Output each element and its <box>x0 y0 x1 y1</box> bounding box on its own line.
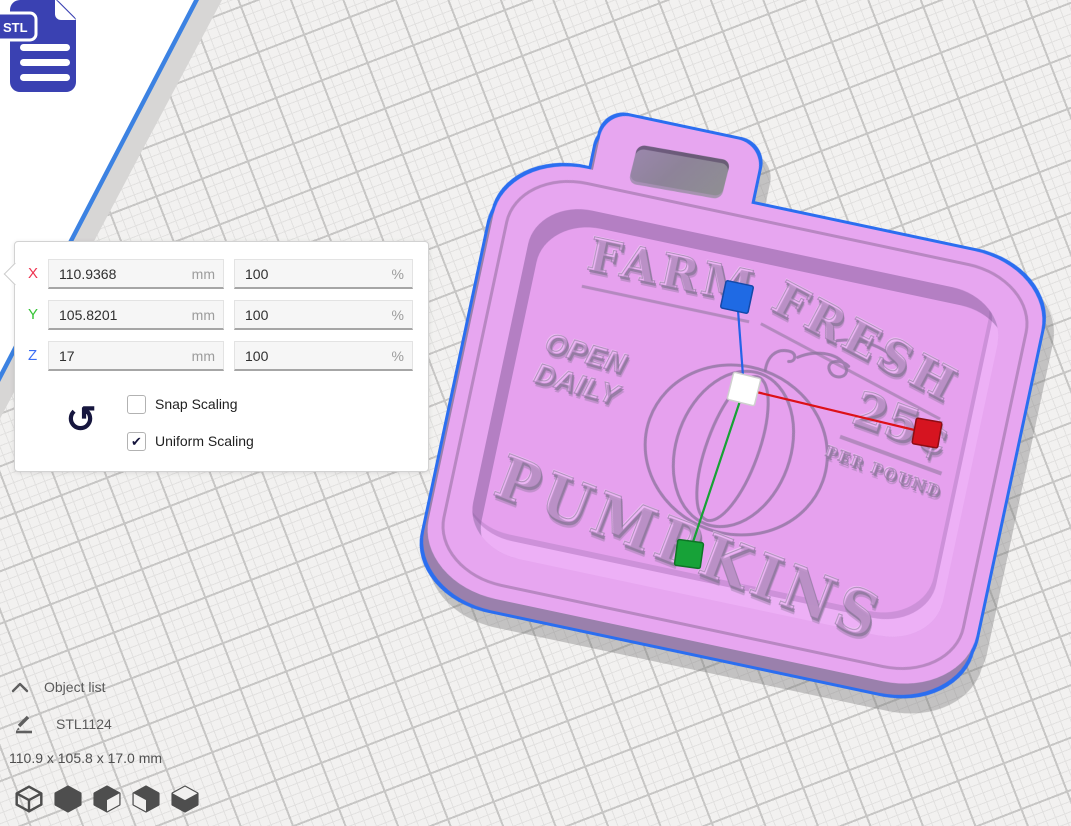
cube-top-face-icon <box>170 784 200 814</box>
axis-x-label: X <box>28 265 46 282</box>
slicer-viewport: FARM FRESH OPEN DAILY 25¢ PER POUND PUMP… <box>0 0 1071 826</box>
scale-y-percent-input[interactable] <box>234 300 413 330</box>
view-3d-button[interactable] <box>14 784 44 814</box>
stl-badge-label: STL <box>3 20 28 35</box>
scale-y-mm-input[interactable] <box>48 300 224 330</box>
cube-right-face-icon <box>92 784 122 814</box>
scale-x-mm-input[interactable] <box>48 259 224 289</box>
scale-row-x: X mm % <box>15 259 428 289</box>
model-dimensions-readout: 110.9 x 105.8 x 17.0 mm <box>9 750 162 766</box>
scale-z-mm-input[interactable] <box>48 341 224 371</box>
cube-outline-icon <box>14 784 44 814</box>
view-right-button[interactable] <box>170 784 200 814</box>
axis-y-label: Y <box>28 306 46 323</box>
object-list-item-name[interactable]: STL1124 <box>56 716 112 732</box>
scale-handle-uniform-white[interactable] <box>727 372 761 406</box>
snap-scaling-checkbox[interactable] <box>127 395 146 414</box>
scale-row-z: Z mm % <box>15 341 428 371</box>
cube-solid-icon <box>53 784 83 814</box>
scale-handle-z-blue[interactable] <box>720 280 753 313</box>
object-list-collapse-button[interactable] <box>10 680 30 694</box>
scale-handle-x-red[interactable] <box>912 418 942 448</box>
uniform-scaling-label: Uniform Scaling <box>155 433 254 449</box>
snap-scaling-label: Snap Scaling <box>155 396 238 412</box>
scale-handle-y-green[interactable] <box>674 539 703 568</box>
reset-scale-button[interactable]: ↺ <box>61 398 101 442</box>
view-top-button[interactable] <box>92 784 122 814</box>
scale-z-percent-input[interactable] <box>234 341 413 371</box>
chevron-up-icon <box>13 684 27 691</box>
stl-document-fold-icon <box>55 0 76 20</box>
scale-row-y: Y mm % <box>15 300 428 330</box>
snap-scaling-option[interactable]: Snap Scaling <box>127 394 238 414</box>
uniform-scaling-option[interactable]: ✔ Uniform Scaling <box>127 431 254 451</box>
view-front-button[interactable] <box>53 784 83 814</box>
uniform-scaling-checkbox[interactable]: ✔ <box>127 432 146 451</box>
model-tab-hole <box>628 144 730 199</box>
view-left-button[interactable] <box>131 784 161 814</box>
cube-left-face-icon <box>131 784 161 814</box>
pencil-icon <box>13 713 35 735</box>
scale-x-percent-input[interactable] <box>234 259 413 289</box>
open-file-button[interactable]: STL <box>0 0 96 100</box>
reset-rotate-icon: ↺ <box>65 399 96 440</box>
scale-tool-panel: X mm % Y mm % Z mm <box>14 241 429 472</box>
camera-view-toolbar <box>14 784 200 814</box>
object-list-title[interactable]: Object list <box>44 679 105 695</box>
axis-z-label: Z <box>28 347 46 364</box>
